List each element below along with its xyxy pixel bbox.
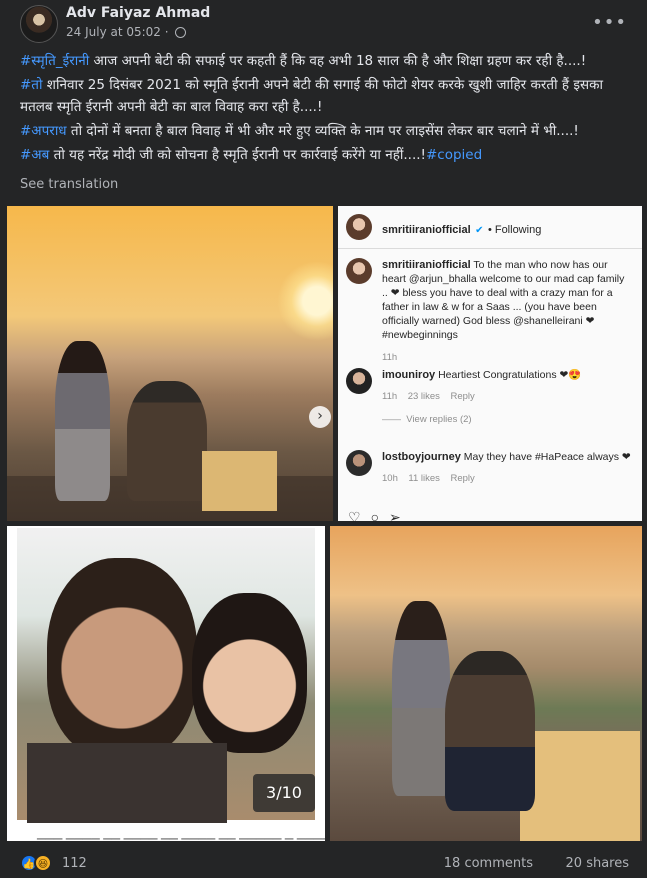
ig-username: smritiiraniofficial — [382, 224, 471, 236]
ig-comment-body: imouniroy Heartiest Congratulations ❤😍 1… — [382, 368, 632, 425]
standing-woman — [55, 341, 110, 501]
post-photo-1[interactable]: › — [7, 206, 333, 521]
post-photo-2-instagram[interactable]: smritiiraniofficial ✔ • Following smriti… — [338, 206, 642, 521]
verified-icon: ✔ — [475, 225, 484, 236]
ig-comment-content: May they have #HaPeace always ❤ — [463, 451, 631, 463]
comments-count[interactable]: 18 comments — [444, 856, 533, 871]
ig-avatar — [346, 258, 372, 284]
hashtag-link[interactable]: #copied — [426, 147, 482, 163]
ig-comment-meta: 10h 11 likes Reply — [382, 473, 632, 484]
ig-caption: smritiiraniofficial To the man who now h… — [346, 258, 632, 363]
post-line-text: तो दोनों में बनता है बाल विवाह में भी और… — [66, 123, 579, 139]
ig-caption-text: smritiiraniofficial To the man who now h… — [382, 258, 632, 342]
dining-table — [520, 731, 640, 841]
couple-selfie: 3/10 — [17, 528, 315, 823]
ig-username: smritiiraniofficial — [382, 259, 471, 271]
blurred-caption: ▁▁▁ ▁▁▁▁ ▁▁ ▁▁▁▁ ▁▁ ▁▁▁▁ ▁▁ ▁▁▁▁▁ ▁ ▁▁▁▁… — [37, 827, 325, 840]
hashtag-link[interactable]: #स्मृति_ईरानी — [20, 53, 89, 69]
ig-divider — [338, 248, 642, 249]
ig-comment-text: lostboyjourney May they have #HaPeace al… — [382, 450, 632, 464]
author-avatar[interactable] — [20, 5, 58, 43]
ig-caption-body: smritiiraniofficial To the man who now h… — [382, 258, 632, 363]
post-meta: 24 July at 05:02 · — [66, 25, 186, 39]
ig-caption-content: To the man who now has our heart @arjun_… — [382, 259, 625, 341]
ig-comment-body: lostboyjourney May they have #HaPeace al… — [382, 450, 632, 484]
shares-count[interactable]: 20 shares — [566, 856, 629, 871]
post-footer: 👍 😆 112 18 comments 20 shares — [0, 848, 647, 878]
post-line-text: आज अपनी बेटी की सफाई पर कहती हैं कि वह अ… — [89, 53, 587, 69]
dining-table — [202, 451, 277, 511]
ig-comment-likes: 23 likes — [407, 391, 440, 402]
globe-icon — [174, 26, 186, 38]
haha-reaction-icon[interactable]: 😆 — [34, 854, 52, 872]
ig-username: imouniroy — [382, 369, 436, 381]
woman-face — [192, 593, 307, 753]
standing-woman — [392, 601, 450, 796]
kneeling-man — [445, 651, 535, 811]
hashtag-link[interactable]: #अपराध — [20, 123, 67, 139]
ig-view-replies: —— View replies (2) — [382, 414, 472, 425]
hashtag-link[interactable]: #अब — [20, 147, 49, 163]
ig-avatar — [346, 214, 372, 240]
ig-avatar — [346, 450, 372, 476]
man-face — [47, 558, 197, 758]
heart-icon: ♡ — [348, 509, 371, 521]
post-line: #स्मृति_ईरानी आज अपनी बेटी की सफाई पर कह… — [20, 50, 630, 72]
man-shirt — [27, 743, 227, 823]
post-line: #तो शनिवार 25 दिसंबर 2021 को स्मृति ईरान… — [20, 74, 630, 118]
ig-comment-text: imouniroy Heartiest Congratulations ❤😍 — [382, 368, 632, 382]
post-line-text: शनिवार 25 दिसंबर 2021 को स्मृति ईरानी अप… — [20, 77, 603, 115]
ig-action-icons: ♡○➢ — [348, 509, 411, 521]
hashtag-link[interactable]: #तो — [20, 77, 43, 93]
see-translation-link[interactable]: See translation — [20, 177, 118, 192]
ig-comment-time: 10h — [382, 473, 398, 484]
author-name[interactable]: Adv Faiyaz Ahmad — [66, 5, 210, 21]
post-photo-3[interactable]: 3/10 ▁▁▁ ▁▁▁▁ ▁▁ ▁▁▁▁ ▁▁ ▁▁▁▁ ▁▁ ▁▁▁▁▁ ▁… — [7, 526, 325, 841]
ig-avatar — [346, 368, 372, 394]
kneeling-man — [127, 381, 207, 501]
ig-reply-link: Reply — [450, 391, 475, 402]
ig-comment: imouniroy Heartiest Congratulations ❤😍 1… — [346, 368, 632, 425]
ig-reply-link: Reply — [450, 473, 475, 484]
ig-comment-time: 11h — [382, 391, 398, 402]
ig-header-text: smritiiraniofficial ✔ • Following — [382, 214, 541, 238]
post-line-text: तो यह नरेंद्र मोदी जी को सोचना है स्मृति… — [49, 147, 426, 163]
reaction-count[interactable]: 112 — [62, 856, 87, 871]
ig-comment-content: Heartiest Congratulations ❤😍 — [438, 369, 582, 381]
ig-view-replies-text: View replies (2) — [406, 414, 472, 425]
post-text: #स्मृति_ईरानी आज अपनी बेटी की सफाई पर कह… — [20, 50, 630, 168]
more-options-icon[interactable]: ••• — [592, 12, 627, 33]
comment-icon: ○ — [370, 509, 390, 521]
post-line: #अब तो यह नरेंद्र मोदी जी को सोचना है स्… — [20, 144, 630, 166]
ig-comment-meta: 11h 23 likes Reply — [382, 391, 632, 402]
share-icon: ➢ — [389, 509, 411, 521]
ig-comment: lostboyjourney May they have #HaPeace al… — [346, 450, 632, 484]
image-counter: 3/10 — [253, 774, 315, 812]
sun-glow — [277, 261, 333, 341]
ig-caption-time: 11h — [382, 352, 398, 363]
ig-following: • Following — [487, 224, 542, 236]
post-line: #अपराध तो दोनों में बनता है बाल विवाह मे… — [20, 120, 630, 142]
ig-comment-likes: 11 likes — [408, 473, 440, 484]
post-photo-4[interactable] — [330, 526, 642, 841]
post-header: Adv Faiyaz Ahmad 24 July at 05:02 · ••• — [0, 0, 647, 44]
ig-username: lostboyjourney — [382, 451, 461, 463]
chevron-right-icon[interactable]: › — [309, 406, 331, 428]
ig-header: smritiiraniofficial ✔ • Following — [346, 214, 541, 240]
post-timestamp[interactable]: 24 July at 05:02 · — [66, 25, 169, 39]
